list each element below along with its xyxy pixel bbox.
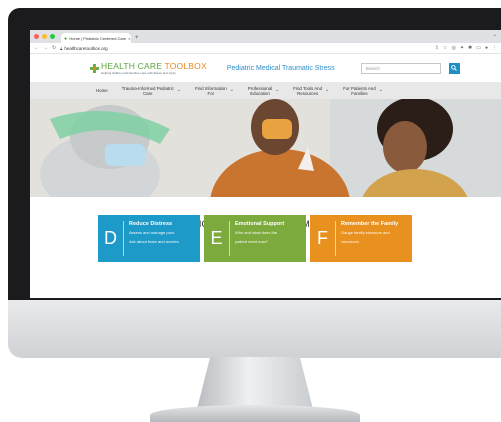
monitor-chin bbox=[8, 300, 501, 358]
menu-icon[interactable]: ⋮ bbox=[492, 45, 497, 51]
chevron-down-icon: ⌄ bbox=[325, 87, 330, 93]
url-text: healthcaretoolbox.org bbox=[64, 45, 108, 51]
profile-icon[interactable]: ● bbox=[485, 45, 488, 51]
nav-home[interactable]: Home bbox=[96, 88, 108, 93]
search-button[interactable] bbox=[448, 62, 460, 74]
tab-close-icon[interactable]: × bbox=[128, 36, 130, 41]
forward-icon[interactable]: → bbox=[43, 45, 48, 51]
chevron-down-icon: ⌄ bbox=[176, 87, 181, 93]
tab-search-icon[interactable]: ⌄ bbox=[493, 32, 497, 38]
lock-icon: 🔒︎ bbox=[60, 45, 63, 51]
nav-label-line2: For bbox=[207, 90, 215, 96]
nav-professional-education[interactable]: Professional Education ⌄ bbox=[248, 86, 279, 96]
card-text-line2: Ask about fears and worries. bbox=[129, 238, 180, 244]
hero-image bbox=[30, 99, 501, 197]
search-icon bbox=[451, 65, 457, 71]
card-title: Remember the Family bbox=[341, 221, 399, 227]
extension-icons: ⇪ ☆ ◎ ✦ ✱ ▭ ● ⋮ bbox=[435, 45, 497, 51]
address-bar-row: ← → ↻ 🔒︎ healthcaretoolbox.org ⇪ ☆ ◎ ✦ ✱… bbox=[30, 43, 501, 54]
card-text-line1: Who and what does the bbox=[235, 230, 278, 235]
nav-find-tools-resources[interactable]: Find Tools And Resources ⌄ bbox=[293, 86, 329, 96]
new-tab-button[interactable]: + bbox=[135, 33, 139, 43]
chevron-down-icon: ⌄ bbox=[378, 87, 383, 93]
extension-icon-2[interactable]: ✱ bbox=[468, 45, 472, 51]
minimize-window-button[interactable] bbox=[42, 34, 47, 39]
monitor-stand-base bbox=[150, 405, 360, 422]
chevron-down-icon: ⌄ bbox=[275, 87, 280, 93]
reload-icon[interactable]: ↻ bbox=[52, 45, 56, 51]
tab-title: Home | Pediatric Centered Care bbox=[69, 35, 127, 41]
toolbox-logo-icon bbox=[90, 63, 99, 73]
main-navigation: Home Trauma-Informed Pediatric Care ⌄ Fin… bbox=[30, 82, 501, 99]
window-controls bbox=[34, 30, 55, 43]
card-emotional-support[interactable]: E Emotional Support Who and what does th… bbox=[204, 215, 306, 262]
site-header: HEALTH CARE TOOLBOX Helping children and… bbox=[30, 54, 501, 82]
puzzle-icon[interactable]: ✦ bbox=[460, 45, 464, 51]
bookmark-star-icon[interactable]: ☆ bbox=[443, 45, 447, 51]
nav-label-line2: Resources bbox=[297, 90, 319, 96]
back-icon[interactable]: ← bbox=[34, 45, 39, 51]
site-logo[interactable]: HEALTH CARE TOOLBOX Helping children and… bbox=[90, 60, 207, 75]
site-subtitle: Pediatric Medical Traumatic Stress bbox=[226, 64, 335, 72]
browser-tabbar: ✚ Home | Pediatric Centered Care × + ⌄ bbox=[30, 30, 501, 43]
card-letter: D bbox=[98, 221, 124, 256]
card-text-line1: Gauge family stressors and bbox=[341, 230, 390, 235]
card-reduce-distress[interactable]: D Reduce Distress Assess and manage pain… bbox=[98, 215, 200, 262]
nav-find-information-for[interactable]: Find Information For ⌄ bbox=[195, 86, 234, 96]
logo-text-toolbox: TOOLBOX bbox=[162, 60, 207, 71]
card-letter: E bbox=[204, 221, 230, 256]
nav-label-line2: Care bbox=[142, 90, 153, 96]
logo-tagline: Helping children and families cope with … bbox=[101, 70, 176, 75]
dek-cards: D Reduce Distress Assess and manage pain… bbox=[98, 215, 412, 262]
logo-text-health-care: HEALTH CARE bbox=[101, 60, 163, 71]
nav-label-line2: Education bbox=[250, 90, 270, 96]
chevron-down-icon: ⌄ bbox=[229, 87, 234, 93]
sidebar-icon[interactable]: ▭ bbox=[476, 45, 481, 51]
card-title: Emotional Support bbox=[235, 221, 285, 227]
card-text-line2: resources. bbox=[341, 238, 360, 244]
nav-trauma-informed-care[interactable]: Trauma-Informed Pediatric Care ⌄ bbox=[122, 86, 181, 96]
url-field[interactable]: 🔒︎ healthcaretoolbox.org bbox=[60, 46, 431, 51]
close-window-button[interactable] bbox=[34, 34, 39, 39]
search-input[interactable]: Search bbox=[360, 62, 441, 74]
card-title: Reduce Distress bbox=[129, 221, 173, 227]
nav-label-line2: Families bbox=[351, 90, 368, 96]
monitor-mockup: ✚ Home | Pediatric Centered Care × + ⌄ ←… bbox=[0, 0, 501, 422]
hero-photo-illustration bbox=[30, 99, 501, 197]
maximize-window-button[interactable] bbox=[50, 34, 55, 39]
nav-patients-families[interactable]: For Patients And Families ⌄ bbox=[343, 86, 383, 96]
favicon-icon: ✚ bbox=[64, 35, 68, 41]
nav-home-label: Home bbox=[96, 88, 108, 93]
extension-icon[interactable]: ◎ bbox=[451, 45, 455, 51]
card-text-line1: Assess and manage pain. bbox=[129, 230, 176, 235]
card-letter: F bbox=[310, 221, 336, 256]
share-icon[interactable]: ⇪ bbox=[435, 45, 439, 51]
browser-tab[interactable]: ✚ Home | Pediatric Centered Care × bbox=[61, 33, 131, 43]
card-text-line2: patient need now? bbox=[235, 238, 268, 244]
card-remember-family[interactable]: F Remember the Family Gauge family stres… bbox=[310, 215, 412, 262]
